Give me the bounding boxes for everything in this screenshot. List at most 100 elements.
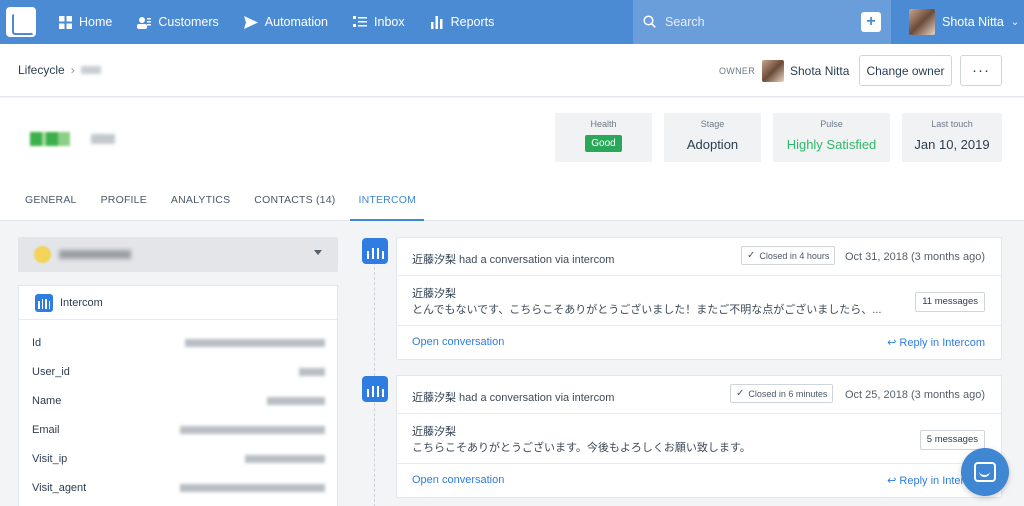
nav-item-customers[interactable]: Customers bbox=[137, 15, 219, 29]
owner-label: OWNER bbox=[719, 66, 755, 76]
stat-stage: Stage Adoption bbox=[664, 113, 761, 162]
breadcrumb-current bbox=[80, 66, 101, 74]
nav-item-home[interactable]: Home bbox=[58, 15, 112, 29]
customers-icon bbox=[137, 15, 152, 29]
participant-name[interactable]: 近藤汐梨 bbox=[412, 392, 456, 404]
stat-health: Health Good bbox=[555, 113, 652, 162]
stat-value: Highly Satisfied bbox=[786, 137, 877, 152]
check-icon: ✓ bbox=[747, 250, 756, 261]
conversation-date: Oct 25, 2018 (3 months ago) bbox=[844, 389, 985, 401]
attr-row: User_id bbox=[19, 357, 337, 386]
conversation-card: 近藤汐梨 had a conversation via intercom ✓ Cl… bbox=[396, 375, 1002, 498]
message-author: 近藤汐梨 bbox=[412, 426, 456, 438]
tab-profile[interactable]: PROFILE bbox=[101, 193, 147, 221]
attr-row: Email bbox=[19, 415, 337, 444]
stat-last-touch: Last touch Jan 10, 2019 bbox=[902, 113, 1002, 162]
reply-icon: ↩ bbox=[887, 475, 900, 487]
attr-value bbox=[180, 483, 325, 492]
tabs: GENERAL PROFILE ANALYTICS CONTACTS (14) … bbox=[0, 193, 1024, 221]
attribute-list: Id User_id Name Email Visit_ip Visit_age… bbox=[19, 320, 337, 502]
nav-label: Inbox bbox=[374, 15, 405, 29]
closed-text: Closed in 4 hours bbox=[759, 250, 830, 261]
nav-item-automation[interactable]: Automation bbox=[243, 15, 329, 29]
conversation-title: 近藤汐梨 had a conversation via intercom bbox=[412, 251, 614, 267]
company-name bbox=[91, 134, 115, 144]
avatar bbox=[909, 9, 935, 35]
closed-text: Closed in 6 minutes bbox=[748, 388, 828, 399]
company-summary: Health Good Stage Adoption Pulse Highly … bbox=[0, 98, 1024, 221]
app-logo-icon[interactable] bbox=[6, 7, 36, 37]
message-preview: とんでもないです、こちらこそありがとうございました！またご不明な点がございました… bbox=[412, 304, 882, 316]
closed-badge: ✓ Closed in 4 hours bbox=[741, 246, 836, 265]
health-badge: Good bbox=[585, 135, 622, 152]
conversation-date: Oct 31, 2018 (3 months ago) bbox=[844, 251, 985, 263]
contact-avatar bbox=[34, 246, 51, 263]
attr-key: Visit_ip bbox=[32, 452, 68, 465]
conversation-body: 近藤汐梨 こちらこそありがとうございます。今後もよろしくお願い致します。 5 m… bbox=[397, 414, 1001, 464]
grid-icon bbox=[58, 15, 72, 29]
caret-down-icon bbox=[314, 250, 322, 255]
attr-value bbox=[185, 338, 325, 347]
nav-item-inbox[interactable]: Inbox bbox=[353, 15, 405, 29]
attr-key: Email bbox=[32, 423, 60, 436]
contact-select[interactable] bbox=[18, 237, 338, 272]
message-preview: こちらこそありがとうございます。今後もよろしくお願い致します。 bbox=[412, 442, 751, 454]
breadcrumb: Lifecycle › bbox=[18, 63, 101, 77]
intercom-messenger-button[interactable] bbox=[961, 448, 1009, 496]
conversation-header: 近藤汐梨 had a conversation via intercom ✓ Cl… bbox=[397, 238, 1001, 276]
stat-pulse: Pulse Highly Satisfied bbox=[773, 113, 890, 162]
company-logo bbox=[30, 132, 70, 146]
conversation-action: had a conversation via intercom bbox=[456, 392, 615, 404]
tab-intercom[interactable]: INTERCOM bbox=[350, 193, 425, 221]
search-bar: + bbox=[633, 0, 891, 44]
check-icon: ✓ bbox=[736, 388, 745, 399]
nav-label: Automation bbox=[264, 15, 329, 29]
more-options-button[interactable]: ··· bbox=[960, 55, 1002, 86]
chevron-right-icon: › bbox=[70, 63, 75, 77]
attr-key: Id bbox=[32, 336, 42, 349]
attr-row: Name bbox=[19, 386, 337, 415]
chat-icon bbox=[974, 462, 996, 482]
open-conversation-link[interactable]: Open conversation bbox=[412, 474, 504, 486]
bar-chart-icon bbox=[430, 15, 444, 29]
attr-key: User_id bbox=[32, 365, 70, 378]
attr-row: Id bbox=[19, 328, 337, 357]
card-title: Intercom bbox=[60, 296, 103, 309]
change-owner-button[interactable]: Change owner bbox=[859, 55, 952, 86]
chevron-down-icon: ⌄ bbox=[1010, 16, 1020, 28]
intercom-logo-icon bbox=[362, 376, 388, 402]
user-name: Shota Nitta bbox=[942, 15, 1004, 29]
attr-value bbox=[180, 425, 325, 434]
attr-key: Visit_agent bbox=[32, 481, 87, 494]
user-menu[interactable]: Shota Nitta ⌄ bbox=[891, 0, 1024, 44]
reply-label: Reply in Intercom bbox=[899, 337, 985, 349]
add-button[interactable]: + bbox=[861, 12, 881, 32]
intercom-logo-icon bbox=[362, 238, 388, 264]
conversation-card: 近藤汐梨 had a conversation via intercom ✓ Cl… bbox=[396, 237, 1002, 360]
contact-name bbox=[59, 250, 131, 259]
stat-title: Pulse bbox=[820, 119, 843, 129]
open-conversation-link[interactable]: Open conversation bbox=[412, 336, 504, 348]
reply-in-intercom-link[interactable]: ↩ Reply in Intercom bbox=[887, 336, 985, 349]
inbox-icon bbox=[353, 15, 368, 29]
nav-label: Home bbox=[79, 15, 113, 29]
message-count-badge: 5 messages bbox=[919, 430, 985, 450]
breadcrumb-lifecycle[interactable]: Lifecycle bbox=[18, 63, 65, 77]
conversation-body: 近藤汐梨 とんでもないです、こちらこそありがとうございました！またご不明な点がご… bbox=[397, 276, 1001, 326]
tab-analytics[interactable]: ANALYTICS bbox=[171, 193, 230, 221]
nav-item-reports[interactable]: Reports bbox=[430, 15, 495, 29]
reply-icon: ↩ bbox=[887, 337, 900, 349]
conversation-footer: Open conversation ↩ Reply in Intercom bbox=[397, 326, 1001, 359]
owner-info: OWNER Shota Nitta bbox=[719, 60, 849, 82]
card-header: Intercom bbox=[19, 286, 337, 320]
attr-value bbox=[299, 367, 325, 376]
tab-general[interactable]: GENERAL bbox=[25, 193, 77, 221]
search-input[interactable] bbox=[665, 15, 845, 29]
participant-name[interactable]: 近藤汐梨 bbox=[412, 254, 456, 266]
attr-value bbox=[245, 454, 325, 463]
tab-contacts[interactable]: CONTACTS (14) bbox=[254, 193, 335, 221]
conversation-footer: Open conversation ↩ Reply in Intercom bbox=[397, 464, 1001, 497]
page-header: Lifecycle › OWNER Shota Nitta Change own… bbox=[0, 44, 1024, 97]
conversation-title: 近藤汐梨 had a conversation via intercom bbox=[412, 389, 614, 405]
nav-label: Reports bbox=[450, 15, 495, 29]
